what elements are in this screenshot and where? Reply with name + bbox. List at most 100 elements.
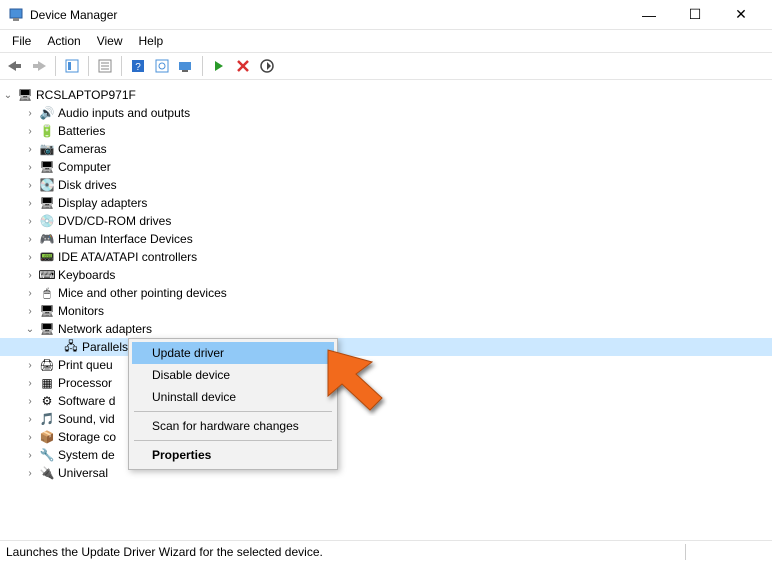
tree-item[interactable]: ›📷Cameras — [0, 140, 772, 158]
help-button[interactable]: ? — [127, 55, 149, 77]
chevron-icon[interactable]: ⌄ — [2, 90, 14, 101]
tree-item-label: Processor — [58, 376, 112, 390]
show-hide-button[interactable] — [61, 55, 83, 77]
chevron-icon[interactable]: › — [24, 252, 36, 263]
back-button[interactable] — [4, 55, 26, 77]
context-menu-item[interactable]: Disable device — [132, 364, 334, 386]
maximize-button[interactable]: ☐ — [672, 0, 718, 30]
menu-action[interactable]: Action — [39, 32, 88, 50]
computer-icon: 🖥 — [38, 159, 56, 175]
tree-item[interactable]: ›🔌Universal — [0, 464, 772, 482]
chevron-icon[interactable]: ⌄ — [24, 324, 36, 335]
titlebar: Device Manager — ☐ ✕ — [0, 0, 772, 30]
tree-item-label: Audio inputs and outputs — [58, 106, 190, 120]
dvd-icon: 💿 — [38, 213, 56, 229]
system-icon: 🔧 — [38, 447, 56, 463]
update-driver-button[interactable] — [175, 55, 197, 77]
chevron-icon[interactable]: › — [24, 126, 36, 137]
menu-file[interactable]: File — [4, 32, 39, 50]
software-icon: ⚙ — [38, 393, 56, 409]
chevron-icon[interactable]: › — [24, 378, 36, 389]
scan-button[interactable] — [151, 55, 173, 77]
chevron-icon[interactable]: › — [24, 108, 36, 119]
menu-view[interactable]: View — [89, 32, 131, 50]
context-menu-item[interactable]: Properties — [132, 444, 334, 466]
tree-item[interactable]: ›🖨Print queu — [0, 356, 772, 374]
tree-item[interactable]: ›🔋Batteries — [0, 122, 772, 140]
chevron-icon[interactable]: › — [24, 180, 36, 191]
context-menu-item[interactable]: Scan for hardware changes — [132, 415, 334, 437]
forward-button[interactable] — [28, 55, 50, 77]
battery-icon: 🔋 — [38, 123, 56, 139]
chevron-icon[interactable]: › — [24, 396, 36, 407]
statusbar: Launches the Update Driver Wizard for th… — [0, 540, 772, 562]
disk-icon: 💽 — [38, 177, 56, 193]
chevron-icon[interactable]: › — [24, 198, 36, 209]
monitor-icon: 🖥 — [38, 303, 56, 319]
chevron-icon[interactable]: › — [24, 288, 36, 299]
chevron-icon[interactable]: › — [24, 270, 36, 281]
chevron-icon[interactable]: › — [24, 144, 36, 155]
device-tree[interactable]: ⌄🖥RCSLAPTOP971F›🔊Audio inputs and output… — [0, 82, 772, 540]
minimize-button[interactable]: — — [626, 0, 672, 30]
context-menu-item[interactable]: Update driver — [132, 342, 334, 364]
tree-item[interactable]: ⌄🖥Network adapters — [0, 320, 772, 338]
menu-sep — [134, 440, 332, 441]
ide-icon: 📟 — [38, 249, 56, 265]
toolbar-sep — [88, 56, 89, 76]
close-button[interactable]: ✕ — [718, 0, 764, 30]
chevron-icon[interactable]: › — [24, 162, 36, 173]
chevron-icon[interactable]: › — [24, 468, 36, 479]
tree-item-label: Keyboards — [58, 268, 115, 282]
chevron-icon[interactable]: › — [24, 414, 36, 425]
menubar: File Action View Help — [0, 30, 772, 52]
network-icon: 🖥 — [38, 321, 56, 337]
tree-item-label: System de — [58, 448, 115, 462]
tree-item[interactable]: ›💽Disk drives — [0, 176, 772, 194]
tree-item[interactable]: ›📟IDE ATA/ATAPI controllers — [0, 248, 772, 266]
properties-button[interactable] — [94, 55, 116, 77]
chevron-icon[interactable]: › — [24, 306, 36, 317]
tree-item[interactable]: ›🖥Display adapters — [0, 194, 772, 212]
chevron-icon[interactable]: › — [24, 450, 36, 461]
tree-item-label: Disk drives — [58, 178, 117, 192]
chevron-icon[interactable]: › — [24, 432, 36, 443]
mouse-icon: 🖱 — [38, 285, 56, 301]
tree-item[interactable]: 🖧Parallels Ethernet Adapter — [0, 338, 772, 356]
display-icon: 🖥 — [38, 195, 56, 211]
tree-item[interactable]: ›▦Processor — [0, 374, 772, 392]
menu-help[interactable]: Help — [131, 32, 172, 50]
chevron-icon[interactable]: › — [24, 216, 36, 227]
tree-item[interactable]: ›📦Storage co — [0, 428, 772, 446]
status-divider — [685, 544, 686, 560]
tree-item[interactable]: ›💿DVD/CD-ROM drives — [0, 212, 772, 230]
status-text: Launches the Update Driver Wizard for th… — [6, 545, 323, 559]
tree-item-label: Batteries — [58, 124, 105, 138]
toolbar-sep — [55, 56, 56, 76]
tree-item[interactable]: ›⌨Keyboards — [0, 266, 772, 284]
tree-item-label: Print queu — [58, 358, 113, 372]
chevron-icon[interactable]: › — [24, 234, 36, 245]
tree-item-label: Network adapters — [58, 322, 152, 336]
tree-item[interactable]: ⌄🖥RCSLAPTOP971F — [0, 86, 772, 104]
tree-item[interactable]: ›🖥Monitors — [0, 302, 772, 320]
tree-item[interactable]: ›🎮Human Interface Devices — [0, 230, 772, 248]
tree-item[interactable]: ›🖥Computer — [0, 158, 772, 176]
scan-hardware-button[interactable] — [256, 55, 278, 77]
chevron-icon[interactable]: › — [24, 360, 36, 371]
tree-item-label: IDE ATA/ATAPI controllers — [58, 250, 197, 264]
tree-item[interactable]: ›🔊Audio inputs and outputs — [0, 104, 772, 122]
enable-button[interactable] — [208, 55, 230, 77]
tree-item[interactable]: ›🔧System de — [0, 446, 772, 464]
uninstall-button[interactable] — [232, 55, 254, 77]
context-menu-item[interactable]: Uninstall device — [132, 386, 334, 408]
tree-item[interactable]: ›⚙Software d — [0, 392, 772, 410]
tree-item[interactable]: ›🎵Sound, vid — [0, 410, 772, 428]
tree-item[interactable]: ›🖱Mice and other pointing devices — [0, 284, 772, 302]
root-icon: 🖥 — [16, 87, 34, 103]
tree-item-label: Computer — [58, 160, 111, 174]
tree-item-label: Universal — [58, 466, 108, 480]
tree-item-label: Cameras — [58, 142, 107, 156]
storage-icon: 📦 — [38, 429, 56, 445]
tree-item-label: Monitors — [58, 304, 104, 318]
